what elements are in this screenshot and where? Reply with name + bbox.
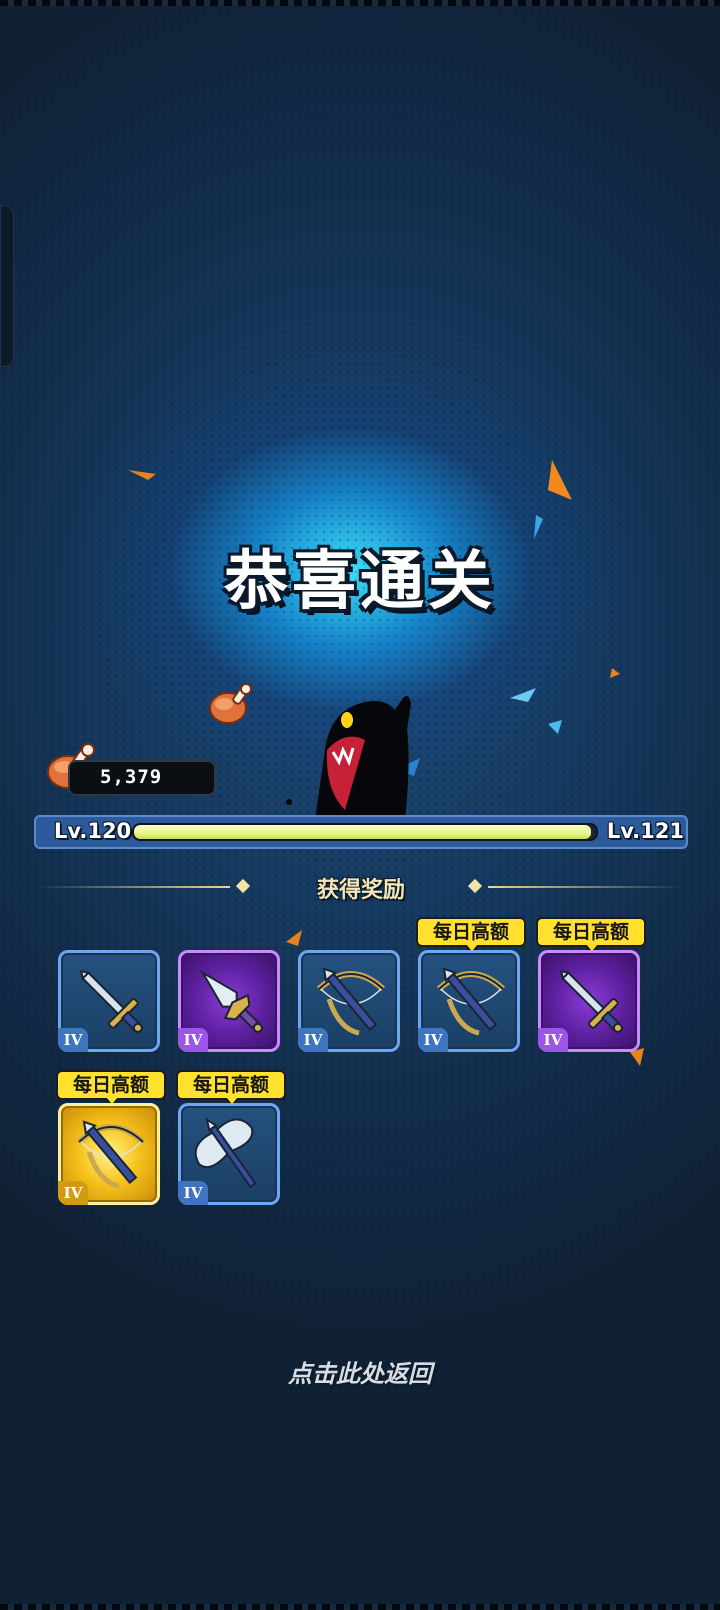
daily-bonus-badge: 每日高额	[416, 917, 526, 955]
stage-clear-title: 恭喜通关	[224, 545, 496, 619]
daily-bonus-badge: 每日高额	[56, 1070, 166, 1108]
level-track	[132, 823, 598, 841]
divider-right	[488, 886, 684, 888]
monster-silhouette	[286, 696, 411, 820]
bottom-edge-decoration	[0, 1604, 720, 1610]
meat-drop-icon	[209, 683, 252, 724]
tier-label: IV	[418, 1028, 448, 1052]
level-fill	[134, 825, 592, 839]
top-edge-decoration	[0, 0, 720, 6]
daily-bonus-badge: 每日高额	[176, 1070, 286, 1108]
reward-item-sword[interactable]: IV	[58, 950, 160, 1052]
shard-orange	[286, 930, 302, 946]
tier-label: IV	[298, 1028, 328, 1052]
shard-orange	[128, 470, 156, 480]
tier-label: IV	[538, 1028, 568, 1052]
reward-item-crossbow[interactable]: IV	[298, 950, 400, 1052]
return-button[interactable]: 点击此处返回	[0, 1354, 720, 1389]
shard-orange	[610, 668, 620, 678]
next-level: Lv.121	[606, 819, 684, 843]
meat-count: 5,379	[100, 766, 163, 788]
shard-blue	[548, 720, 562, 734]
shard-orange	[548, 460, 572, 500]
shard-blue	[510, 688, 536, 702]
tier-label: IV	[178, 1028, 208, 1052]
reward-item-crossbow[interactable]: IV	[58, 1103, 160, 1205]
reward-item-dagger[interactable]: IV	[178, 950, 280, 1052]
tier-label: IV	[58, 1181, 88, 1205]
current-level: Lv.120	[54, 819, 132, 843]
rewards-header: 获得奖励	[36, 872, 686, 903]
side-tab[interactable]	[0, 205, 14, 367]
level-progress-bar: Lv.120 Lv.121	[34, 815, 688, 849]
daily-bonus-badge: 每日高额	[536, 917, 646, 955]
rewards-title: 获得奖励	[316, 878, 405, 903]
reward-item-sword[interactable]: IV	[538, 950, 640, 1052]
reward-item-crossbow[interactable]: IV	[418, 950, 520, 1052]
tier-label: IV	[58, 1028, 88, 1052]
tier-label: IV	[178, 1181, 208, 1205]
meat-counter: 5,379	[68, 760, 216, 796]
reward-item-axe[interactable]: IV	[178, 1103, 280, 1205]
